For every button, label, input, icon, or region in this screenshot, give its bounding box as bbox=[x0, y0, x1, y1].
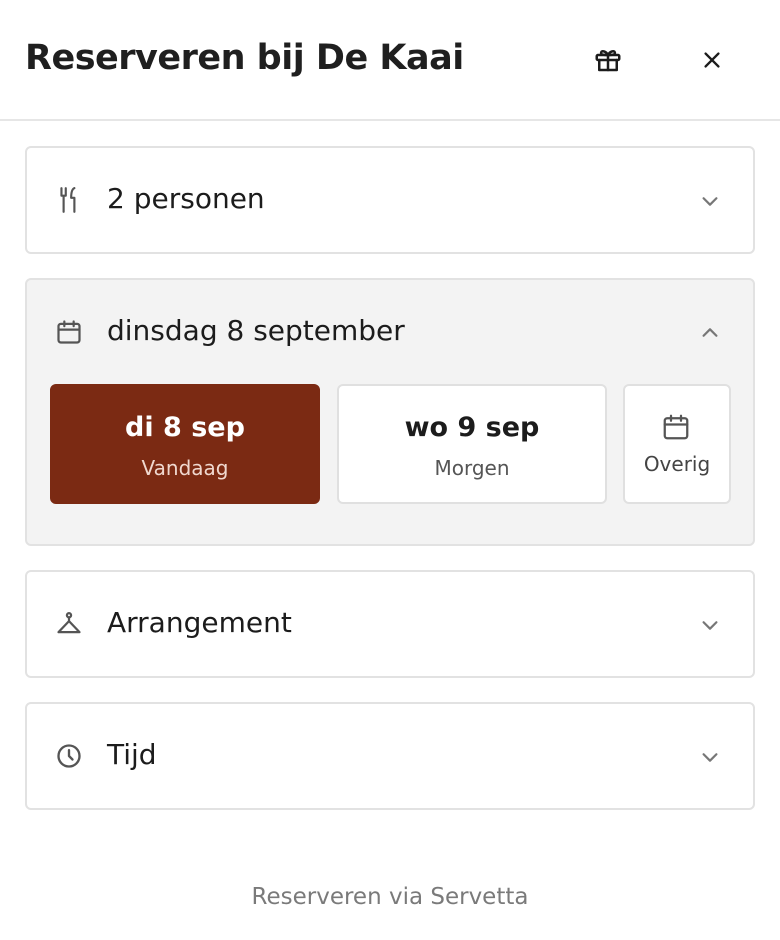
chevron-down-icon bbox=[697, 188, 723, 214]
guests-toggle[interactable]: 2 personen bbox=[27, 148, 753, 252]
calendar-icon bbox=[661, 412, 691, 442]
chevron-down-icon bbox=[697, 612, 723, 638]
guests-section: 2 personen bbox=[25, 146, 755, 254]
hanger-icon bbox=[55, 610, 83, 638]
page-title: Reserveren bij De Kaai bbox=[25, 38, 464, 78]
gift-icon bbox=[595, 49, 621, 72]
chevron-down-icon bbox=[697, 744, 723, 770]
date-section: dinsdag 8 september di 8 sep Vandaag wo … bbox=[25, 278, 755, 546]
date-option-sub: Morgen bbox=[434, 456, 510, 480]
date-option-other-label: Overig bbox=[643, 452, 711, 476]
arrangement-section: Arrangement bbox=[25, 570, 755, 678]
time-toggle[interactable]: Tijd bbox=[27, 704, 753, 808]
time-label: Tijd bbox=[107, 738, 157, 771]
date-option-tomorrow[interactable]: wo 9 sep Morgen bbox=[337, 384, 607, 504]
date-option-other[interactable]: Overig bbox=[623, 384, 731, 504]
gift-button[interactable] bbox=[588, 40, 628, 80]
guests-label: 2 personen bbox=[107, 182, 265, 215]
arrangement-label: Arrangement bbox=[107, 606, 292, 639]
chevron-up-icon bbox=[697, 320, 723, 346]
powered-by-link[interactable]: Reserveren via Servetta bbox=[0, 884, 780, 910]
date-option-day: di 8 sep bbox=[125, 412, 245, 443]
time-section: Tijd bbox=[25, 702, 755, 810]
close-button[interactable] bbox=[692, 40, 732, 80]
calendar-icon bbox=[55, 318, 83, 346]
date-toggle[interactable]: dinsdag 8 september bbox=[27, 280, 753, 384]
header: Reserveren bij De Kaai bbox=[0, 0, 780, 121]
cutlery-icon bbox=[55, 186, 83, 214]
clock-icon bbox=[55, 742, 83, 770]
date-option-sub: Vandaag bbox=[141, 456, 229, 480]
date-option-day: wo 9 sep bbox=[404, 412, 540, 443]
close-icon bbox=[704, 52, 720, 68]
date-label: dinsdag 8 september bbox=[107, 314, 405, 347]
arrangement-toggle[interactable]: Arrangement bbox=[27, 572, 753, 676]
date-option-today[interactable]: di 8 sep Vandaag bbox=[50, 384, 320, 504]
